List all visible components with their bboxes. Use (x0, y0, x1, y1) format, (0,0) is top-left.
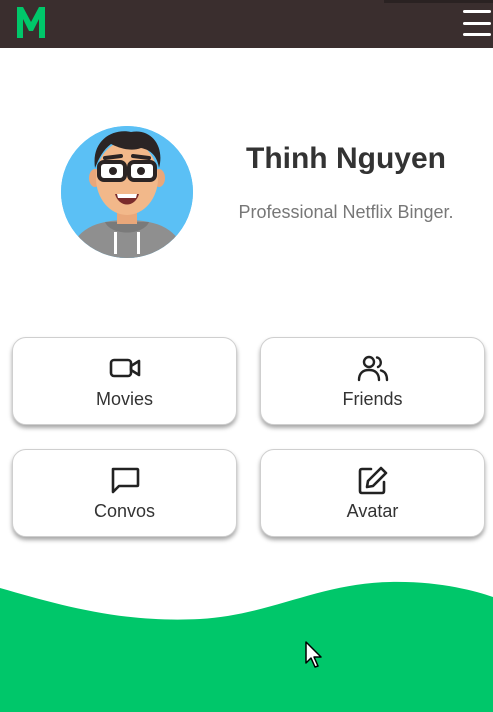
convos-button[interactable]: Convos (12, 449, 237, 537)
message-square-icon (111, 467, 139, 493)
movies-label: Movies (95, 388, 153, 409)
logo-m-icon[interactable] (14, 4, 48, 40)
profile-tagline: Professional Netflix Binger. (238, 202, 454, 222)
profile-name: Thinh Nguyen (246, 142, 446, 175)
footer-wave (0, 581, 493, 712)
avatar-label: Avatar (346, 500, 399, 521)
cartoon-avatar-icon (61, 126, 193, 258)
friends-button[interactable]: Friends (260, 337, 485, 425)
avatar-button[interactable]: Avatar (260, 449, 485, 537)
mouse-cursor-icon (305, 641, 322, 668)
users-icon (357, 355, 388, 381)
navbar-accent-line (384, 0, 493, 3)
video-camera-icon (109, 358, 140, 377)
hamburger-menu-icon[interactable] (463, 10, 491, 36)
movies-button[interactable]: Movies (12, 337, 237, 425)
top-navbar (0, 0, 493, 48)
avatar (61, 126, 193, 258)
friends-label: Friends (342, 388, 403, 409)
edit-icon (358, 466, 387, 494)
convos-label: Convos (93, 500, 156, 521)
